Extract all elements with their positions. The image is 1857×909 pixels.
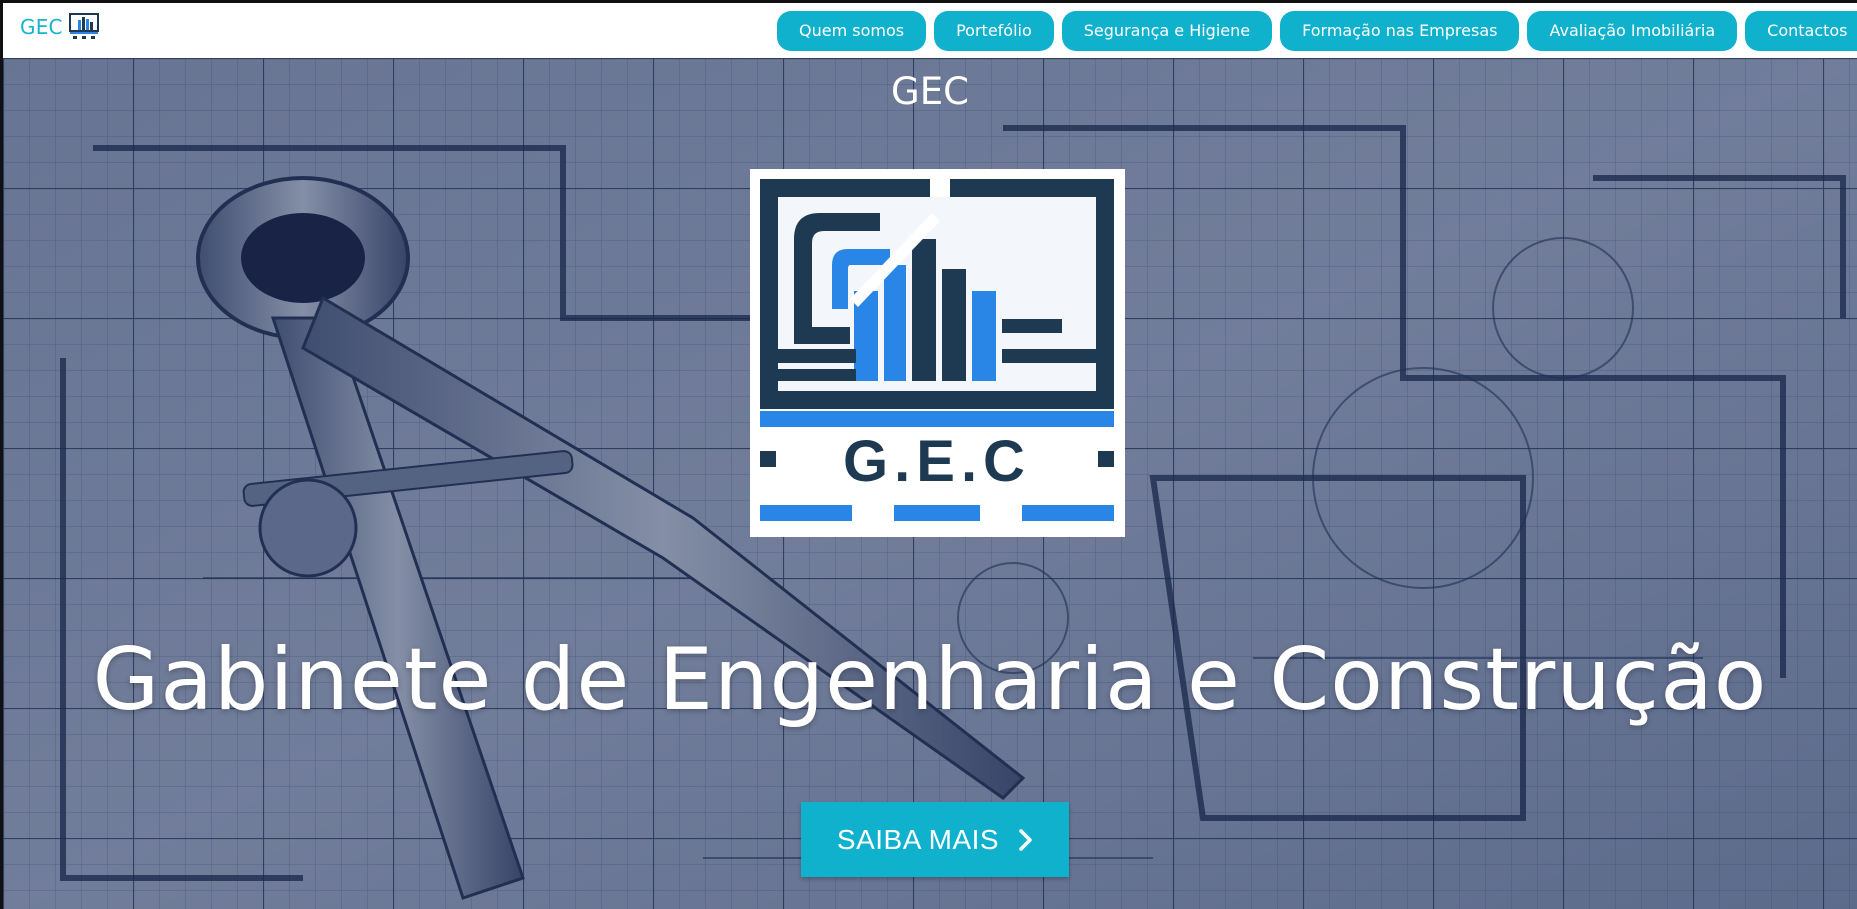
nav-item-formacao-empresas[interactable]: Formação nas Empresas — [1280, 11, 1520, 51]
gec-main-logo: G.E.C — [750, 169, 1125, 537]
gec-logo-lettering: G.E.C — [843, 429, 1031, 494]
hero-section: GEC G.E.C Gabinete de Engenharia e Const… — [3, 58, 1857, 909]
saiba-mais-button[interactable]: SAIBA MAIS — [801, 802, 1069, 877]
chevron-right-icon — [1019, 828, 1032, 851]
nav-item-portefolio[interactable]: Portefólio — [934, 11, 1054, 51]
gec-building-logo-icon — [68, 13, 99, 41]
nav-item-seguranca-higiene[interactable]: Segurança e Higiene — [1061, 11, 1273, 51]
brand-home-link[interactable]: GEC — [20, 13, 99, 41]
page: GEC Quem somos Portefólio Segurança e Hi… — [3, 3, 1857, 909]
cta-label: SAIBA MAIS — [836, 823, 1000, 855]
main-nav: Quem somos Portefólio Segurança e Higien… — [777, 11, 1857, 51]
gec-building-logo-icon: G.E.C — [750, 169, 1125, 537]
nav-item-contactos[interactable]: Contactos — [1745, 11, 1857, 51]
nav-item-avaliacao-imobiliaria[interactable]: Avaliação Imobiliária — [1527, 11, 1738, 51]
hero-heading: Gabinete de Engenharia e Construção — [92, 630, 1768, 730]
hero-small-title: GEC — [891, 70, 969, 113]
nav-item-quem-somos[interactable]: Quem somos — [777, 11, 927, 51]
brand-name: GEC — [20, 15, 63, 39]
hero-content: GEC G.E.C Gabinete de Engenharia e Const… — [3, 58, 1857, 909]
top-navbar: GEC Quem somos Portefólio Segurança e Hi… — [3, 3, 1857, 58]
